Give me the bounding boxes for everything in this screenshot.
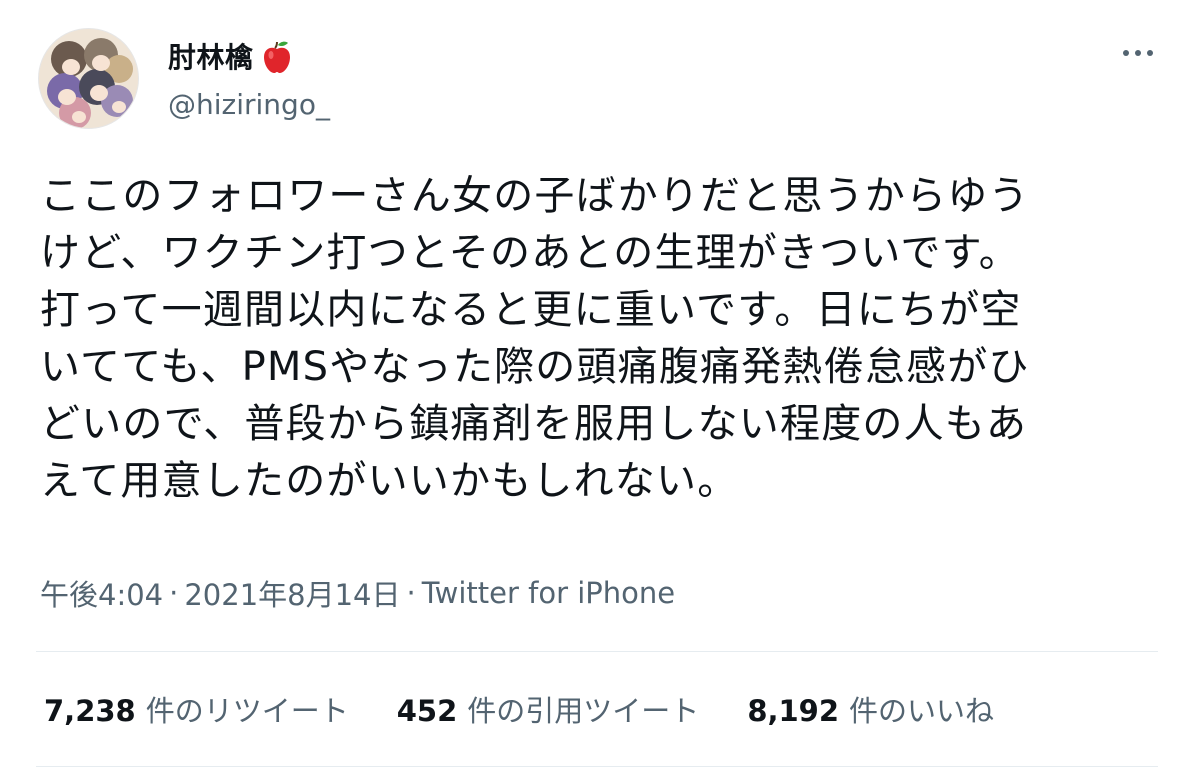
red-apple-icon (262, 38, 292, 74)
tweet-metadata: 午後4:04 · 2021年8月14日 · Twitter for iPhone (40, 572, 675, 614)
quotes-count: 452 (396, 694, 458, 728)
tweet-text: ここのフォロワーさん女の子ばかりだと思うからゆう けど、ワクチン打つとそのあとの… (40, 168, 1155, 510)
tweet-text-line: 打って一週間以内になると更に重いです。日にちが空 (40, 287, 1022, 333)
more-dot-icon (1135, 50, 1141, 56)
avatar[interactable] (38, 28, 139, 129)
user-handle[interactable]: @hiziringo_ (168, 88, 330, 121)
divider (36, 766, 1158, 767)
group-illustration-avatar (39, 29, 138, 128)
more-dot-icon (1123, 50, 1129, 56)
display-name[interactable]: 肘林檎 (168, 36, 254, 76)
quotes-label: 件の引用ツイート (467, 694, 700, 728)
tweet-text-line: えて用意したのがいいかもしれない。 (40, 458, 739, 504)
tweet-text-line: どいので、普段から鎮痛剤を服用しない程度の人もあ (40, 401, 1028, 447)
likes-stat[interactable]: 8,192 件のいいね (747, 688, 994, 730)
display-name-row[interactable]: 肘林檎 (168, 36, 330, 76)
quotes-stat[interactable]: 452 件の引用ツイート (397, 688, 700, 730)
tweet-text-line: ここのフォロワーさん女の子ばかりだと思うからゆう (40, 173, 1030, 219)
tweet-source-link[interactable]: Twitter for iPhone (422, 576, 675, 610)
engagement-stats: 7,238 件のリツイート 452 件の引用ツイート 8,192 件のいいね (44, 688, 1042, 730)
meta-separator: · (169, 576, 179, 610)
more-dot-icon (1147, 50, 1153, 56)
divider (36, 651, 1158, 652)
likes-count: 8,192 (747, 694, 840, 728)
tweet-header: 肘林檎 @hiziringo_ (168, 36, 330, 121)
retweets-label: 件のリツイート (145, 694, 349, 728)
tweet-text-line: いてても、PMSやなった際の頭痛腹痛発熱倦怠感がひ (40, 344, 1030, 390)
retweets-count: 7,238 (44, 694, 136, 728)
more-options-button[interactable] (1114, 38, 1162, 68)
meta-separator: · (406, 576, 416, 610)
tweet-date[interactable]: 2021年8月14日 (184, 572, 400, 614)
tweet-time[interactable]: 午後4:04 (40, 572, 163, 614)
tweet-text-line: けど、ワクチン打つとそのあとの生理がきついです。 (40, 230, 1020, 276)
retweets-stat[interactable]: 7,238 件のリツイート (44, 688, 349, 730)
likes-label: 件のいいね (849, 694, 995, 728)
